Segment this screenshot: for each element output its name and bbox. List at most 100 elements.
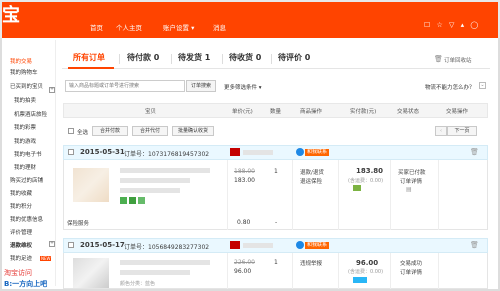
service-badge-icon	[129, 197, 136, 204]
wangwang-icon[interactable]	[296, 241, 304, 249]
insurance-quantity: -	[275, 219, 278, 226]
order-checkbox[interactable]	[68, 242, 74, 248]
sidebar-item[interactable]: 我的游戏	[14, 139, 36, 146]
more-filters-link[interactable]: 更多筛选条件 ▾	[224, 83, 262, 91]
active-tab-indicator	[68, 67, 114, 69]
tab-all-orders[interactable]: 所有订单	[73, 51, 105, 65]
paid-amount: 96.00	[356, 259, 379, 267]
order-date: 2015-05-31	[80, 148, 125, 156]
product-thumbnail[interactable]	[73, 258, 109, 288]
column-divider	[338, 160, 339, 230]
taobao-logo[interactable]: 宝	[2, 5, 20, 27]
unit-price: 183.00	[234, 177, 255, 184]
watermark-line1: 淘宝访问	[4, 269, 32, 277]
product-title[interactable]	[120, 168, 210, 173]
shop-name[interactable]	[243, 243, 273, 248]
nav-messages[interactable]: 消息	[213, 24, 226, 33]
tab-pending-review[interactable]: 待评价 0	[278, 51, 310, 65]
order-recycle-bin-link[interactable]: 订单回收站	[444, 56, 472, 64]
contact-me-button[interactable]: 和我联系	[305, 242, 330, 249]
tab-pending-shipment[interactable]: 待发货 1	[178, 51, 210, 65]
shop-icon[interactable]	[230, 241, 240, 249]
watermark-line2: B:一方向上吧	[4, 280, 48, 288]
unit-price: 96.00	[234, 268, 252, 275]
sidebar-item[interactable]: 我的收藏	[10, 191, 32, 198]
sidebar-item[interactable]: 已买到的宝贝	[10, 84, 43, 91]
column-header-item: 宝贝	[145, 109, 157, 115]
sidebar-item[interactable]: 我的优惠信息	[10, 217, 43, 224]
previous-page-button[interactable]: ‹	[435, 126, 447, 136]
nav-personal-page[interactable]: 个人主页	[116, 24, 142, 33]
quantity: 1	[274, 259, 278, 266]
mobile-order-icon	[353, 277, 367, 283]
product-title[interactable]	[120, 260, 210, 265]
merge-proxy-pay-button[interactable]: 合并代付	[132, 126, 168, 136]
order-search-input[interactable]	[65, 80, 185, 92]
merge-pay-button[interactable]: 合并付款	[92, 126, 128, 136]
tab-pending-receipt[interactable]: 待收货 0	[229, 51, 261, 65]
delete-order-icon[interactable]: 🗑	[470, 241, 479, 249]
report-violation-link[interactable]: 违规举报	[300, 259, 322, 267]
wangwang-icon[interactable]	[296, 148, 304, 156]
column-header-paid-amount: 实付款(元)	[350, 109, 377, 115]
sidebar-item[interactable]: 我的彩票	[14, 125, 36, 132]
column-divider	[227, 160, 228, 230]
order-number: 订单号：1073176819457302	[124, 151, 210, 158]
logistics-icon[interactable]: ▤	[406, 186, 412, 193]
original-price: 226.00	[234, 259, 255, 266]
sidebar-item[interactable]: 我的积分	[10, 204, 32, 211]
logistics-help-link[interactable]: 物流不能力怎么办？	[425, 83, 475, 91]
insurance-service-label: 保险服务	[67, 221, 90, 227]
sidebar-item[interactable]: 我的理财	[14, 165, 36, 172]
delete-order-icon[interactable]: 🗑	[470, 148, 479, 156]
service-badge-icon	[120, 197, 127, 204]
nav-home[interactable]: 首页	[90, 24, 103, 33]
refund-return-link[interactable]: 退款/退货	[300, 168, 324, 176]
column-header-item-actions: 商品操作	[300, 109, 323, 115]
product-sku	[120, 188, 180, 193]
column-divider	[438, 160, 439, 230]
tab-divider	[271, 54, 272, 64]
help-icon[interactable]: ⌄	[479, 82, 486, 89]
next-page-button[interactable]: 下一页	[447, 126, 477, 136]
shop-name[interactable]	[243, 150, 273, 155]
sidebar-item[interactable]: 退款维权	[10, 243, 32, 250]
order-search-button[interactable]: 订单搜索	[186, 80, 216, 92]
select-all-checkbox[interactable]	[68, 128, 74, 134]
trash-icon[interactable]: 🗑	[434, 55, 443, 63]
order-number: 订单号：1056849283277302	[124, 244, 210, 251]
toolbar-icons[interactable]: ☐ ☆ ▽ ▴ ◯	[424, 21, 480, 29]
sidebar-item[interactable]: 我的购物车	[10, 70, 38, 77]
shop-icon[interactable]	[230, 148, 240, 156]
expand-icon[interactable]: +	[49, 241, 55, 247]
column-header-quantity: 数量	[270, 109, 282, 115]
trade-status: 交易成功	[400, 261, 423, 267]
sidebar-item[interactable]: 我的拍卖	[14, 98, 36, 105]
sidebar-item[interactable]: 评价管理	[10, 230, 32, 237]
order-checkbox[interactable]	[68, 149, 74, 155]
phone-order-icon	[353, 185, 361, 191]
product-thumbnail[interactable]	[73, 168, 109, 202]
column-divider	[438, 253, 439, 289]
new-badge: NEW	[40, 256, 52, 261]
sidebar-item[interactable]: 我的交易	[10, 59, 32, 66]
sidebar-item[interactable]: 我的足迹	[10, 256, 32, 263]
top-navigation-bar	[0, 0, 500, 38]
contact-me-button[interactable]: 和我联系	[305, 149, 330, 156]
order-details-link[interactable]: 订单详情	[400, 177, 422, 185]
return-insurance-link[interactable]: 退运保险	[300, 177, 322, 185]
expand-icon[interactable]: +	[49, 87, 55, 93]
order-details-link[interactable]: 订单详情	[400, 268, 422, 276]
tab-pending-payment[interactable]: 待付款 0	[127, 51, 159, 65]
column-header-trade-actions: 交易操作	[446, 109, 469, 115]
column-header-unit-price: 单价(元)	[232, 109, 253, 115]
sidebar-item[interactable]: 机票酒店旅险	[14, 112, 47, 119]
column-header-trade-status: 交易状态	[397, 109, 420, 115]
column-divider	[338, 253, 339, 289]
select-all-label: 全选	[77, 130, 89, 136]
shipping-fee: (含运费：0.00)	[348, 269, 384, 275]
sidebar-item[interactable]: 购买过的店铺	[10, 178, 43, 185]
sidebar-item[interactable]: 我的电子书	[14, 152, 42, 159]
batch-confirm-receipt-button[interactable]: 批量确认收货	[172, 126, 214, 136]
nav-account-settings[interactable]: 账户设置 ▾	[163, 24, 194, 33]
